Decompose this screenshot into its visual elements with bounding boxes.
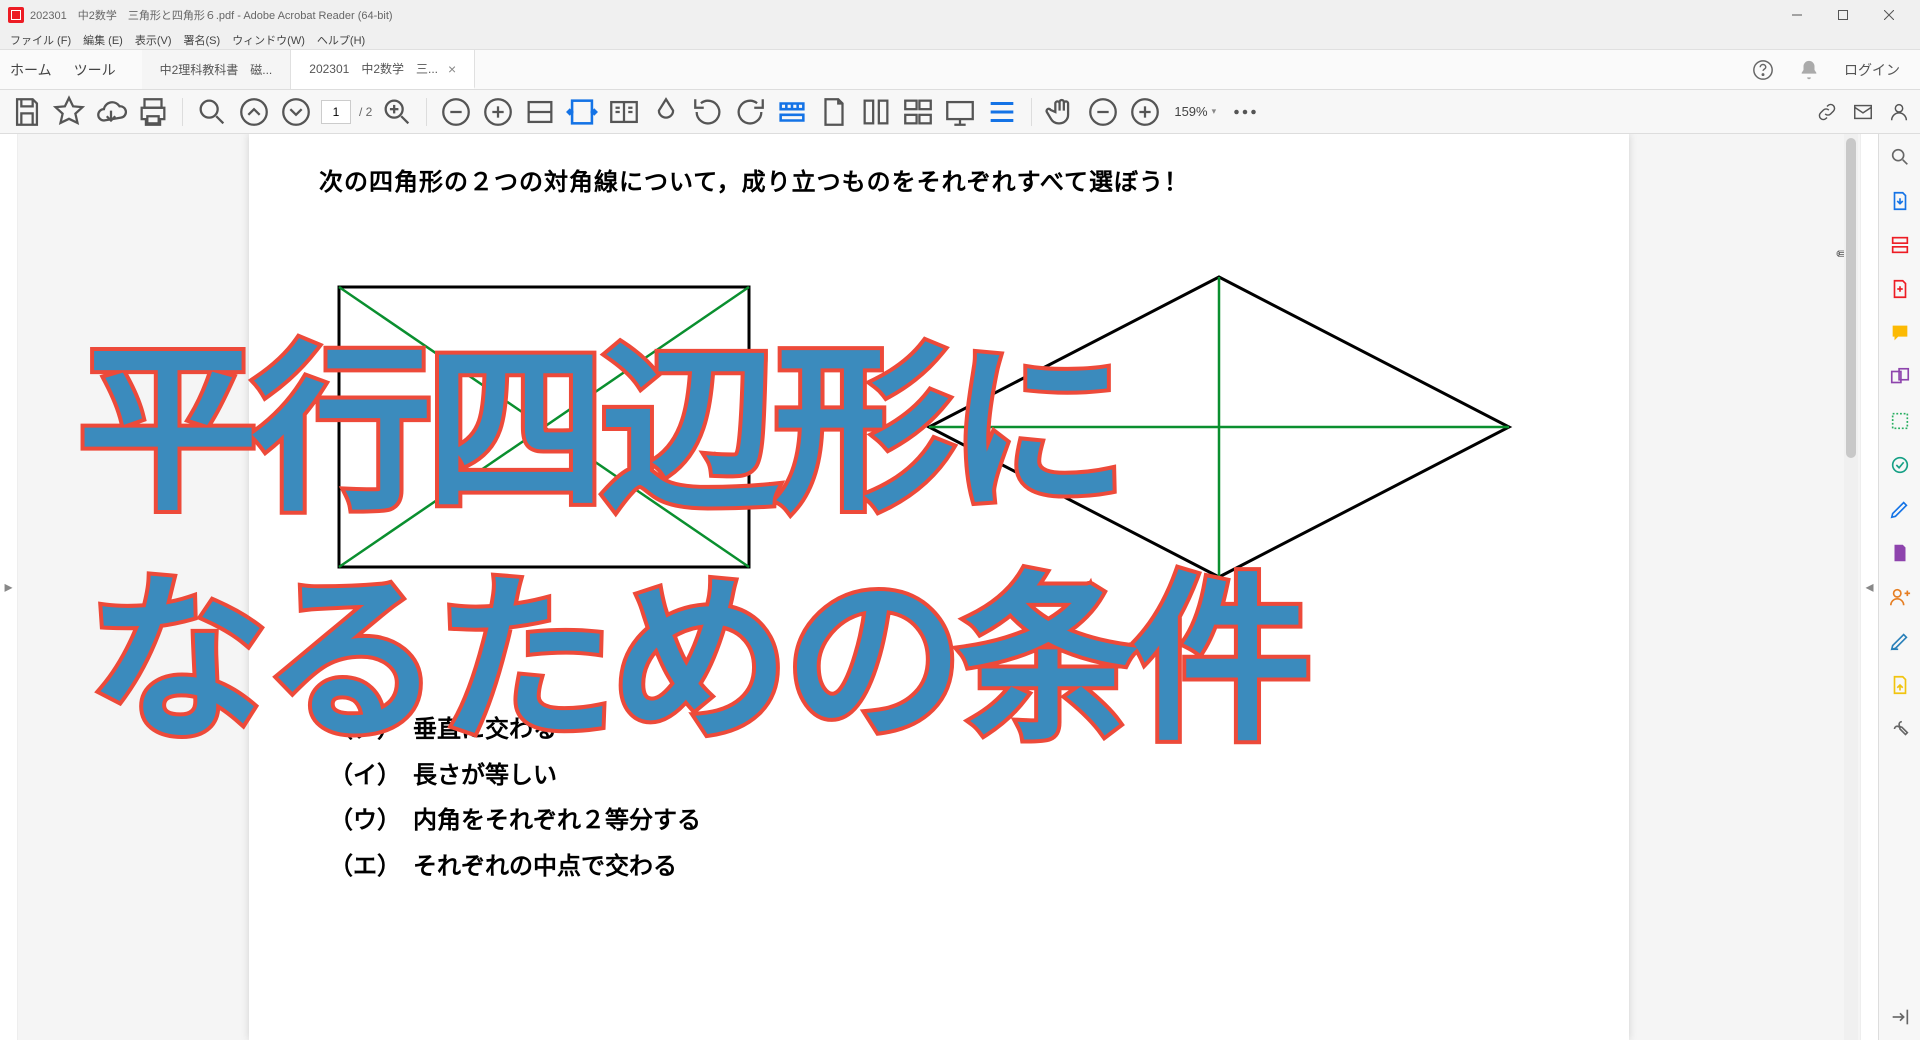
more-tools-icon[interactable] [1889,718,1911,740]
more-icon[interactable] [1228,95,1262,129]
cloud-icon[interactable] [94,95,128,129]
extract-icon[interactable] [859,95,893,129]
overlay-line-1: 平行四辺形に [78,284,1122,545]
help-icon[interactable] [1752,59,1774,81]
tab-bar: ホーム ツール 中2理科教科書 磁... 202301 中2数学 三...× ロ… [0,50,1920,90]
combine-icon[interactable] [1889,366,1911,388]
ink-icon[interactable] [649,95,683,129]
question-text: 次の四角形の２つの対角線について，成り立つものをそれぞれすべて選ぼう！ [319,162,1589,197]
screen-icon[interactable] [943,95,977,129]
vertical-scrollbar[interactable] [1844,134,1858,1040]
zoom-in-icon[interactable] [481,95,515,129]
print-icon[interactable] [136,95,170,129]
star-icon[interactable] [52,95,86,129]
option-c: （ウ） 内角をそれぞれ２等分する [329,798,1589,844]
tools-link[interactable]: ツール [74,60,116,80]
send-icon[interactable] [1889,586,1911,608]
page-number-input[interactable] [321,100,351,124]
collapse-panel-icon[interactable] [1889,1006,1911,1028]
read-mode-icon[interactable] [607,95,641,129]
align-icon[interactable] [985,95,1019,129]
menu-window[interactable]: ウィンドウ(W) [226,32,311,48]
page-up-icon[interactable] [237,95,271,129]
fit-width-icon[interactable] [565,95,599,129]
profile-icon[interactable] [1888,101,1910,123]
zoom-out-icon[interactable] [439,95,473,129]
overlay-line-2: なるための条件 [88,514,1306,775]
stamp-icon[interactable] [1889,630,1911,652]
page-down-icon[interactable] [279,95,313,129]
title-bar: 202301 中2数学 三角形と四角形６.pdf - Adobe Acrobat… [0,0,1920,30]
protect-icon[interactable] [1889,674,1911,696]
close-button[interactable] [1866,0,1912,30]
search-tool-icon[interactable] [1889,146,1911,168]
comment-icon[interactable] [1889,322,1911,344]
save-icon[interactable] [10,95,44,129]
hand-icon[interactable] [1044,95,1078,129]
edit-pdf-icon[interactable] [1889,234,1911,256]
fill-sign-icon[interactable] [1889,542,1911,564]
zoom-level[interactable]: 159% [1170,104,1220,119]
left-panel-toggle[interactable]: ▸ [0,134,18,1040]
organize-icon[interactable] [901,95,935,129]
page-display-icon[interactable] [523,95,557,129]
bell-icon[interactable] [1798,59,1820,81]
share-link-icon[interactable] [1816,101,1838,123]
menu-bar: ファイル (F) 編集 (E) 表示(V) 署名(S) ウィンドウ(W) ヘルプ… [0,30,1920,50]
window-title: 202301 中2数学 三角形と四角形６.pdf - Adobe Acrobat… [30,7,393,23]
main-area: ▸ 次の四角形の２つの対角線について，成り立つものをそれぞれすべて選ぼう！ [0,134,1920,1040]
export-pdf-icon[interactable] [1889,190,1911,212]
zoom-in-circle-icon[interactable] [1128,95,1162,129]
mail-icon[interactable] [1852,101,1874,123]
page-total: / 2 [359,105,372,119]
page-icon[interactable] [817,95,851,129]
zoom-find-icon[interactable] [195,95,229,129]
compress-icon[interactable] [1889,454,1911,476]
zoom-out-circle-icon[interactable] [1086,95,1120,129]
maximize-button[interactable] [1820,0,1866,30]
menu-help[interactable]: ヘルプ(H) [311,32,371,48]
menu-view[interactable]: 表示(V) [129,32,178,48]
organize-pages-icon[interactable] [1889,410,1911,432]
create-pdf-icon[interactable] [1889,278,1911,300]
rotate-ccw-icon[interactable] [691,95,725,129]
document-viewport[interactable]: 次の四角形の２つの対角線について，成り立つものをそれぞれすべて選ぼう！ [18,134,1860,1040]
document-tab-2[interactable]: 202301 中2数学 三...× [291,50,475,89]
menu-sign[interactable]: 署名(S) [178,32,227,48]
toolbar: / 2 159% [0,90,1920,134]
right-panel-toggle[interactable]: ◂ [1860,134,1878,1040]
option-d: （エ） それぞれの中点で交わる [329,844,1589,890]
document-tab-1[interactable]: 中2理科教科書 磁... [142,50,292,89]
tab-close-icon[interactable]: × [448,61,456,77]
tools-panel [1878,134,1920,1040]
menu-edit[interactable]: 編集 (E) [77,32,129,48]
acrobat-icon [8,7,24,23]
zoom-marquee-icon[interactable] [380,95,414,129]
sign-icon[interactable] [1889,498,1911,520]
rotate-cw-icon[interactable] [733,95,767,129]
menu-file[interactable]: ファイル (F) [4,32,77,48]
ruler-icon[interactable] [775,95,809,129]
minimize-button[interactable] [1774,0,1820,30]
login-button[interactable]: ログイン [1844,60,1900,80]
home-link[interactable]: ホーム [10,60,52,80]
